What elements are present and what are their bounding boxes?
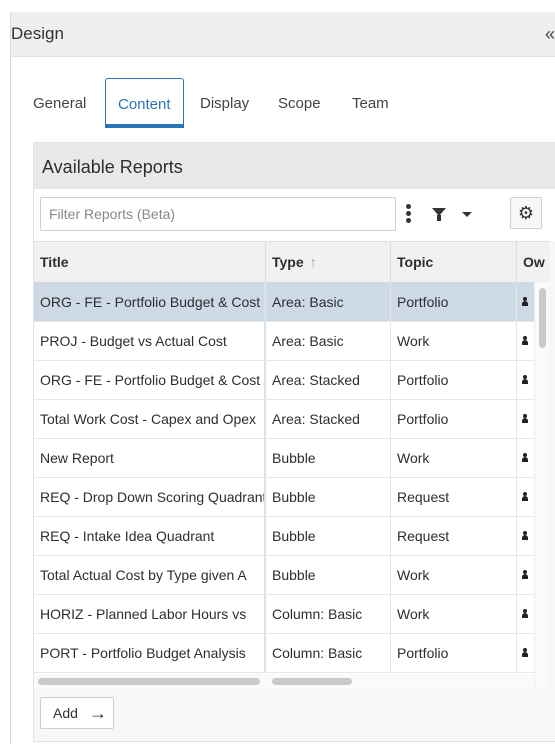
owner-user-icon: [522, 531, 528, 540]
row-type: Area: Stacked: [266, 400, 391, 438]
available-reports-section: Available Reports ⚙ Title Type↑ Topic Ow…: [33, 142, 555, 742]
filter-icon[interactable]: [432, 208, 446, 221]
more-options-icon[interactable]: [404, 202, 412, 224]
row-type: Bubble: [266, 517, 391, 555]
add-button[interactable]: Add →: [40, 697, 114, 729]
owner-user-icon: [522, 492, 528, 501]
row-title: REQ - Intake Idea Quadrant: [34, 517, 266, 555]
owner-user-icon: [522, 570, 528, 579]
owner-user-icon: [522, 336, 528, 345]
row-type: Area: Stacked: [266, 361, 391, 399]
grid-header: Title Type ↑ Topic Ow: [34, 242, 549, 283]
row-title: HORIZ - Planned Labor Hours vs: [34, 595, 266, 633]
row-topic: Portfolio: [391, 634, 517, 672]
tab-display[interactable]: Display: [200, 78, 249, 126]
owner-user-icon: [522, 414, 528, 423]
row-title: ORG - FE - Portfolio Budget & Cost: [34, 361, 266, 399]
horizontal-scrollbar[interactable]: [34, 674, 534, 688]
table-row[interactable]: Total Work Cost - Capex and Opex Area: S…: [34, 400, 549, 439]
design-panel: Design « General Content Display Scope T…: [10, 12, 555, 744]
row-title: New Report: [34, 439, 266, 477]
row-topic: Work: [391, 439, 517, 477]
row-type: Bubble: [266, 556, 391, 594]
panel-title: Design: [11, 24, 64, 43]
collapse-panel-icon[interactable]: «: [545, 24, 555, 45]
row-topic: Work: [391, 595, 517, 633]
row-type: Column: Basic: [266, 634, 391, 672]
panel-header: Design «: [11, 12, 555, 57]
column-header-topic[interactable]: Topic: [391, 242, 517, 282]
vertical-scroll-thumb[interactable]: [539, 288, 546, 348]
row-title: Total Work Cost - Capex and Opex: [34, 400, 266, 438]
row-topic: Portfolio: [391, 283, 517, 321]
table-row[interactable]: REQ - Drop Down Scoring Quadrant Bubble …: [34, 478, 549, 517]
table-row[interactable]: PROJ - Budget vs Actual Cost Area: Basic…: [34, 322, 549, 361]
table-row[interactable]: HORIZ - Planned Labor Hours vs Column: B…: [34, 595, 549, 634]
tab-team[interactable]: Team: [352, 78, 389, 126]
row-topic: Request: [391, 517, 517, 555]
table-row[interactable]: ORG - FE - Portfolio Budget & Cost Area:…: [34, 361, 549, 400]
row-title: PORT - Portfolio Budget Analysis: [34, 634, 266, 672]
horizontal-scroll-thumb-left[interactable]: [38, 678, 260, 685]
arrow-right-icon: →: [89, 703, 107, 723]
column-header-owner[interactable]: Ow: [517, 242, 549, 282]
table-row[interactable]: ORG - FE - Portfolio Budget & Cost Area:…: [34, 283, 549, 322]
row-type: Area: Basic: [266, 283, 391, 321]
row-type: Bubble: [266, 439, 391, 477]
owner-user-icon: [522, 297, 528, 306]
add-button-label: Add: [53, 705, 78, 721]
vertical-scrollbar[interactable]: [534, 282, 549, 687]
owner-user-icon: [522, 648, 528, 657]
row-title: REQ - Drop Down Scoring Quadrant: [34, 478, 266, 516]
row-title: PROJ - Budget vs Actual Cost: [34, 322, 266, 360]
horizontal-scroll-thumb-right[interactable]: [272, 678, 352, 685]
settings-gear-icon[interactable]: ⚙: [510, 197, 542, 229]
table-row[interactable]: New Report Bubble Work: [34, 439, 549, 478]
row-topic: Work: [391, 556, 517, 594]
row-topic: Portfolio: [391, 361, 517, 399]
filter-dropdown-icon[interactable]: [462, 212, 472, 217]
reports-header: Available Reports: [34, 143, 555, 190]
tab-content[interactable]: Content: [105, 78, 184, 128]
reports-grid: Title Type ↑ Topic Ow ORG - FE - Portfoli…: [34, 241, 549, 687]
row-title: Total Actual Cost by Type given A: [34, 556, 266, 594]
filter-reports-input[interactable]: [40, 197, 396, 231]
table-row[interactable]: REQ - Intake Idea Quadrant Bubble Reques…: [34, 517, 549, 556]
row-topic: Work: [391, 322, 517, 360]
table-row[interactable]: PORT - Portfolio Budget Analysis Column:…: [34, 634, 549, 673]
row-type: Bubble: [266, 478, 391, 516]
owner-user-icon: [522, 453, 528, 462]
table-row[interactable]: Total Actual Cost by Type given A Bubble…: [34, 556, 549, 595]
row-type: Area: Basic: [266, 322, 391, 360]
owner-user-icon: [522, 375, 528, 384]
sort-ascending-icon: ↑: [309, 254, 317, 270]
row-topic: Request: [391, 478, 517, 516]
owner-user-icon: [522, 609, 528, 618]
row-title: ORG - FE - Portfolio Budget & Cost: [34, 283, 266, 321]
row-type: Column: Basic: [266, 595, 391, 633]
column-header-title[interactable]: Title: [34, 242, 266, 282]
row-topic: Portfolio: [391, 400, 517, 438]
filter-toolbar: ⚙: [34, 189, 555, 241]
tab-scope[interactable]: Scope: [278, 78, 321, 126]
tab-general[interactable]: General: [33, 78, 86, 126]
column-header-type[interactable]: Type ↑: [266, 242, 391, 282]
reports-title: Available Reports: [42, 157, 183, 177]
